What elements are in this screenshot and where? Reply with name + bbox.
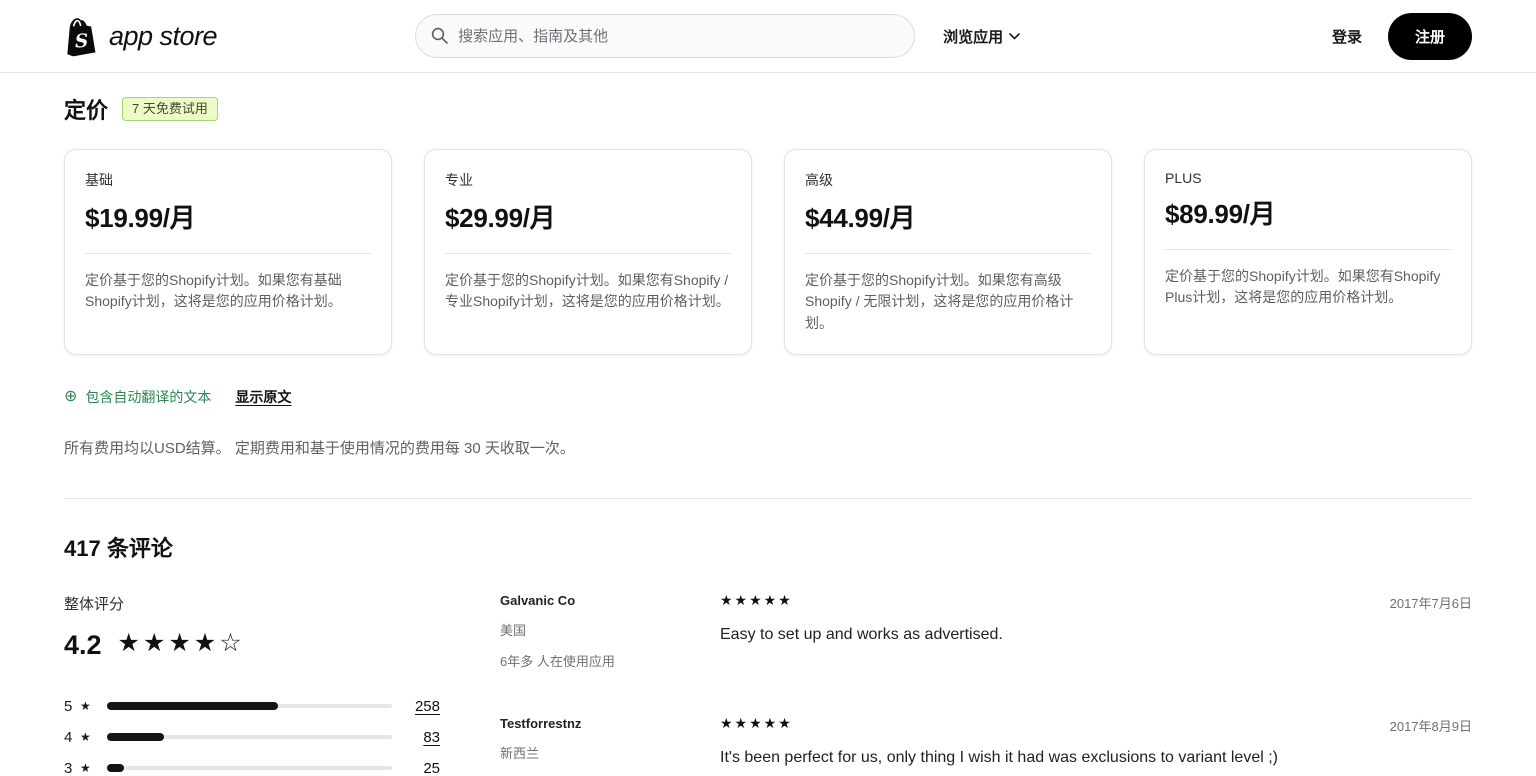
rating-bar-fill: [107, 702, 278, 710]
rating-bar-track: [107, 766, 392, 770]
search-bar: [415, 14, 915, 58]
plan-description: 定价基于您的Shopify计划。如果您有Shopify Plus计划，这将是您的…: [1165, 266, 1451, 309]
reviewer-meta: Galvanic Co 美国 6年多 人在使用应用: [500, 593, 720, 670]
card-divider: [1165, 249, 1451, 250]
star-icon: ★: [80, 699, 91, 713]
bar-star-count: 3: [64, 760, 75, 776]
login-link[interactable]: 登录: [1332, 26, 1362, 47]
reviews-count-title: 417 条评论: [64, 531, 1472, 563]
reviews-layout: 整体评分 4.2 ★★★★☆ 5 ★ 258 4 ★: [64, 593, 1472, 776]
pricing-card-advanced: 高级 $44.99/月 定价基于您的Shopify计划。如果您有高级Shopif…: [784, 149, 1112, 355]
rating-summary: 整体评分 4.2 ★★★★☆ 5 ★ 258 4 ★: [64, 593, 500, 776]
plan-name: PLUS: [1165, 170, 1451, 186]
search-input[interactable]: [415, 14, 915, 58]
card-divider: [445, 253, 731, 254]
bar-star-count: 5: [64, 698, 75, 715]
plan-name: 专业: [445, 170, 731, 190]
free-trial-badge: 7 天免费试用: [122, 97, 218, 121]
plan-price: $89.99/月: [1165, 194, 1451, 231]
plan-description: 定价基于您的Shopify计划。如果您有基础Shopify计划，这将是您的应用价…: [85, 270, 371, 313]
review-date: 2017年7月6日: [1322, 593, 1472, 670]
reviewer-name: Testforrestnz: [500, 716, 720, 731]
reviews-list: Galvanic Co 美国 6年多 人在使用应用 ★★★★★ Easy to …: [500, 593, 1472, 776]
review-stars: ★★★★★: [720, 593, 1322, 607]
pricing-title: 定价: [64, 93, 108, 125]
shopify-app-store-logo[interactable]: S app store: [64, 17, 217, 56]
plan-price: $19.99/月: [85, 198, 371, 235]
bar-star-count: 4: [64, 729, 75, 746]
review-text: Easy to set up and works as advertised.: [720, 624, 1322, 646]
rating-bar-track: [107, 704, 392, 708]
shopify-bag-icon: S: [63, 16, 98, 57]
browse-apps-menu[interactable]: 浏览应用: [943, 26, 1020, 47]
card-divider: [805, 253, 1091, 254]
rating-bar-track: [107, 735, 392, 739]
translation-note-row: ⊕ 包含自动翻译的文本 显示原文: [64, 387, 1472, 407]
review-item: Galvanic Co 美国 6年多 人在使用应用 ★★★★★ Easy to …: [500, 593, 1472, 670]
billing-note: 所有费用均以USD结算。 定期费用和基于使用情况的费用每 30 天收取一次。: [64, 437, 1472, 458]
plan-name: 高级: [805, 170, 1091, 190]
signup-button[interactable]: 注册: [1388, 13, 1472, 60]
reviewer-country: 新西兰: [500, 743, 720, 762]
show-original-link[interactable]: 显示原文: [235, 387, 291, 407]
rating-count-link[interactable]: 25: [406, 760, 440, 776]
browse-apps-label: 浏览应用: [943, 26, 1003, 47]
chevron-down-icon: [1009, 33, 1020, 40]
review-stars: ★★★★★: [720, 716, 1322, 730]
rating-bar-4: 4 ★ 83: [64, 722, 440, 753]
overall-rating-row: 4.2 ★★★★☆: [64, 630, 440, 661]
plan-description: 定价基于您的Shopify计划。如果您有高级Shopify / 无限计划，这将是…: [805, 270, 1091, 334]
rating-bar-fill: [107, 764, 124, 772]
translation-note: 包含自动翻译的文本: [85, 387, 211, 407]
svg-text:S: S: [74, 30, 88, 52]
rating-count-link[interactable]: 83: [406, 729, 440, 746]
review-item: Testforrestnz 新西兰 大约6年 人在使用应用 ★★★★★ It's…: [500, 716, 1472, 776]
review-text: It's been perfect for us, only thing I w…: [720, 747, 1322, 769]
star-icon: ★: [80, 761, 91, 775]
logo-wordmark: app store: [109, 21, 217, 52]
pricing-card-basic: 基础 $19.99/月 定价基于您的Shopify计划。如果您有基础Shopif…: [64, 149, 392, 355]
globe-icon: ⊕: [64, 389, 77, 405]
review-body: ★★★★★ Easy to set up and works as advert…: [720, 593, 1322, 670]
main-content: 定价 7 天免费试用 基础 $19.99/月 定价基于您的Shopify计划。如…: [0, 93, 1536, 776]
plan-description: 定价基于您的Shopify计划。如果您有Shopify / 专业Shopify计…: [445, 270, 731, 313]
section-divider: [64, 498, 1472, 499]
plan-name: 基础: [85, 170, 371, 190]
plan-price: $44.99/月: [805, 198, 1091, 235]
plan-price: $29.99/月: [445, 198, 731, 235]
review-date: 2017年8月9日: [1322, 716, 1472, 776]
header: S app store 浏览应用 登录 注册: [0, 0, 1536, 73]
rating-bar-3: 3 ★ 25: [64, 753, 440, 776]
overall-stars: ★★★★☆: [118, 631, 245, 659]
overall-rating-label: 整体评分: [64, 593, 440, 614]
pricing-card-plus: PLUS $89.99/月 定价基于您的Shopify计划。如果您有Shopif…: [1144, 149, 1472, 355]
star-icon: ★: [80, 730, 91, 744]
search-icon: [431, 27, 448, 44]
pricing-header-row: 定价 7 天免费试用: [64, 93, 1472, 125]
reviewer-meta: Testforrestnz 新西兰 大约6年 人在使用应用: [500, 716, 720, 776]
reviewer-country: 美国: [500, 620, 720, 639]
card-divider: [85, 253, 371, 254]
rating-count-link[interactable]: 258: [406, 698, 440, 715]
pricing-card-professional: 专业 $29.99/月 定价基于您的Shopify计划。如果您有Shopify …: [424, 149, 752, 355]
rating-bar-fill: [107, 733, 164, 741]
rating-breakdown: 5 ★ 258 4 ★ 83 3 ★: [64, 691, 440, 776]
reviewer-usage: 6年多 人在使用应用: [500, 651, 720, 670]
reviewer-name: Galvanic Co: [500, 593, 720, 608]
rating-bar-5: 5 ★ 258: [64, 691, 440, 722]
pricing-cards: 基础 $19.99/月 定价基于您的Shopify计划。如果您有基础Shopif…: [64, 149, 1472, 355]
overall-score: 4.2: [64, 630, 102, 661]
review-body: ★★★★★ It's been perfect for us, only thi…: [720, 716, 1322, 776]
